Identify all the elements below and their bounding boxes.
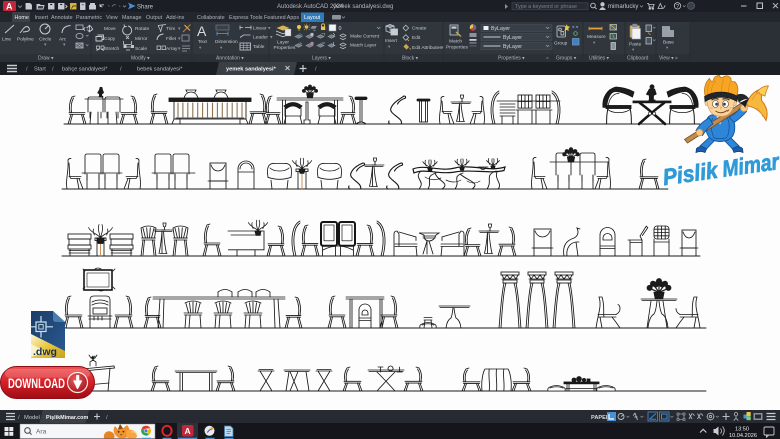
- svg-text:▾: ▾: [632, 47, 635, 52]
- svg-text:Match Layer: Match Layer: [350, 43, 377, 49]
- svg-text:▾: ▾: [178, 47, 181, 52]
- svg-text:Home: Home: [15, 15, 29, 21]
- svg-text:/: /: [120, 67, 122, 73]
- svg-text:▾: ▾: [268, 27, 271, 32]
- svg-text:Layer: Layer: [277, 40, 289, 46]
- svg-text:?: ?: [676, 4, 679, 10]
- svg-text:DOWNLOAD: DOWNLOAD: [8, 375, 65, 391]
- svg-text:yemek sandalyesi.dwg: yemek sandalyesi.dwg: [333, 4, 393, 10]
- svg-text:Start: Start: [34, 67, 46, 73]
- svg-text:Fillet: Fillet: [166, 36, 177, 42]
- svg-text:Match: Match: [449, 39, 462, 45]
- svg-text:▾: ▾: [44, 43, 47, 48]
- svg-text:bahçe sandalyesi*: bahçe sandalyesi*: [62, 67, 108, 73]
- svg-text:Rotate: Rotate: [135, 26, 149, 32]
- svg-text:Trim: Trim: [166, 26, 175, 32]
- svg-text:Leader: Leader: [253, 35, 268, 41]
- svg-text:.dwg: .dwg: [33, 346, 57, 358]
- svg-text:Edit: Edit: [412, 35, 421, 41]
- svg-text:A: A: [197, 23, 207, 39]
- svg-text:Move: Move: [104, 26, 116, 32]
- svg-text:PişlikMimar.com: PişlikMimar.com: [46, 415, 88, 421]
- svg-text:0: 0: [339, 26, 342, 32]
- svg-text:/: /: [315, 67, 317, 73]
- svg-text:▾: ▾: [220, 45, 223, 50]
- svg-text:▾: ▾: [441, 46, 444, 51]
- svg-text:Line: Line: [2, 37, 11, 43]
- svg-text:▾: ▾: [388, 44, 391, 49]
- svg-text:13:50: 13:50: [735, 427, 749, 433]
- svg-text:Scale: Scale: [135, 46, 147, 52]
- svg-text:Add-ins: Add-ins: [166, 15, 185, 21]
- svg-text:Featured Apps: Featured Apps: [264, 15, 299, 21]
- svg-text:Output: Output: [146, 15, 163, 21]
- svg-text:ByLayer: ByLayer: [491, 26, 510, 32]
- svg-text:Group: Group: [554, 41, 568, 47]
- svg-text:Ara: Ara: [36, 429, 47, 436]
- svg-text:10.04.2026: 10.04.2026: [729, 433, 757, 439]
- svg-text:▾: ▾: [593, 40, 596, 45]
- svg-text:mimarlucky: mimarlucky: [608, 4, 638, 10]
- svg-text:Properties: Properties: [274, 45, 296, 51]
- svg-text:ByLayer: ByLayer: [503, 35, 522, 41]
- svg-text:ByLayer: ByLayer: [503, 44, 522, 50]
- svg-text:Utilities ▾: Utilities ▾: [589, 56, 610, 62]
- svg-text:Express Tools: Express Tools: [229, 15, 263, 21]
- svg-text:Annotate: Annotate: [51, 15, 73, 21]
- svg-text:Copy: Copy: [104, 36, 116, 42]
- svg-text:/: /: [52, 67, 54, 73]
- svg-text:Layout: Layout: [304, 15, 321, 21]
- svg-text:View: View: [106, 15, 118, 21]
- svg-text:▾: ▾: [63, 43, 66, 48]
- svg-text:Circle: Circle: [39, 37, 52, 43]
- svg-text:Clipboard: Clipboard: [627, 56, 649, 62]
- svg-text:▾: ▾: [178, 37, 181, 42]
- svg-text:Paste: Paste: [629, 42, 642, 48]
- svg-text:Mimar: Mimar: [721, 148, 780, 182]
- svg-text:Groups ▾: Groups ▾: [556, 56, 577, 62]
- svg-text:Linear: Linear: [253, 26, 267, 32]
- svg-text:Model: Model: [24, 415, 40, 421]
- svg-text:A: A: [6, 2, 13, 12]
- svg-text:Table: Table: [253, 44, 265, 50]
- svg-text:View ▾ »: View ▾ »: [659, 56, 678, 62]
- svg-text:»: »: [546, 56, 549, 62]
- svg-text:bebek sandalyesi*: bebek sandalyesi*: [137, 67, 183, 73]
- svg-text:Properties: Properties: [446, 45, 468, 51]
- svg-text:/: /: [26, 67, 28, 73]
- svg-text:Mirror: Mirror: [135, 36, 148, 42]
- svg-text:Annotation ▾: Annotation ▾: [216, 56, 244, 62]
- svg-text:Properties ▾: Properties ▾: [498, 56, 525, 62]
- svg-text:Measure: Measure: [587, 34, 606, 40]
- svg-text:▾: ▾: [270, 36, 273, 41]
- svg-text:Parametric: Parametric: [76, 15, 102, 21]
- svg-text:Pislik: Pislik: [661, 157, 720, 191]
- svg-text:Array: Array: [166, 46, 178, 52]
- svg-text:Share: Share: [137, 5, 154, 11]
- svg-text:Dimension: Dimension: [215, 39, 238, 45]
- svg-text:▾: ▾: [178, 27, 181, 32]
- svg-text:Insert: Insert: [385, 38, 398, 44]
- svg-text:Layers ▾: Layers ▾: [312, 56, 331, 62]
- svg-text:yemek sandalyesi*: yemek sandalyesi*: [226, 67, 277, 73]
- svg-text:Type a keyword or phrase: Type a keyword or phrase: [515, 4, 577, 10]
- svg-text:Edit Attributes: Edit Attributes: [412, 45, 442, 51]
- svg-text:▾: ▾: [199, 45, 202, 50]
- svg-text:Insert: Insert: [35, 15, 49, 21]
- svg-text:Create: Create: [412, 26, 427, 32]
- svg-text:Manage: Manage: [122, 15, 141, 21]
- svg-text:Modify ▾: Modify ▾: [131, 56, 150, 62]
- svg-text:▾: ▾: [666, 45, 669, 50]
- svg-text:Collaborate: Collaborate: [197, 15, 225, 21]
- svg-text:Base: Base: [663, 40, 674, 46]
- svg-text:Block ▾: Block ▾: [402, 56, 419, 62]
- svg-text:Polyline: Polyline: [17, 37, 34, 43]
- svg-text:Stretch: Stretch: [104, 46, 120, 52]
- svg-text:A: A: [185, 426, 191, 436]
- svg-text:Make Current: Make Current: [350, 34, 380, 40]
- svg-text:Draw ▾: Draw ▾: [38, 56, 54, 62]
- svg-text:Arc: Arc: [59, 37, 67, 43]
